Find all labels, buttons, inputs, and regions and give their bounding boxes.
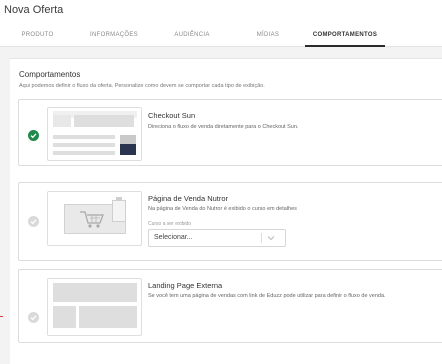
- tab-audiencia[interactable]: AUDIÊNCIA: [162, 30, 222, 47]
- course-select-value: Selecionar...: [154, 234, 193, 241]
- radio-unselected-check-icon[interactable]: [28, 312, 39, 323]
- checkout-sun-thumbnail: [47, 107, 142, 161]
- option-card-checkout-sun[interactable]: Checkout Sun Direciona o fluxo de venda …: [18, 99, 442, 166]
- course-field-label: Curso a ser exibido: [148, 221, 192, 227]
- radio-unselected-check-icon[interactable]: [28, 216, 39, 227]
- option-description: Se você tem uma página de vendas com lin…: [148, 293, 386, 299]
- page-title: Nova Oferta: [4, 4, 64, 16]
- radio-selected-check-icon[interactable]: [28, 130, 39, 141]
- section-description: Aqui podemos definir o fluxo da oferta. …: [19, 83, 265, 89]
- option-card-pagina-venda-nutror[interactable]: Página de Venda Nutror Na página de Vend…: [18, 182, 442, 261]
- behaviors-panel: Comportamentos Aqui podemos definir o fl…: [10, 58, 442, 364]
- tab-bar: PRODUTO INFORMAÇÕES AUDIÊNCIA MÍDIAS COM…: [0, 30, 442, 47]
- nutror-thumbnail: [47, 191, 142, 246]
- option-title: Página de Venda Nutror: [148, 194, 229, 203]
- tab-produto[interactable]: PRODUTO: [6, 30, 69, 47]
- landing-page-thumbnail: [47, 278, 142, 336]
- option-title: Checkout Sun: [148, 111, 196, 120]
- tab-informacoes[interactable]: INFORMAÇÕES: [83, 30, 145, 47]
- option-card-landing-page-externa[interactable]: Landing Page Externa Se você tem uma pág…: [18, 269, 442, 343]
- chevron-down-icon[interactable]: [267, 234, 275, 242]
- course-select[interactable]: Selecionar...: [148, 229, 286, 247]
- option-title: Landing Page Externa: [148, 281, 223, 290]
- page-header: Nova Oferta PRODUTO INFORMAÇÕES AUDIÊNCI…: [0, 0, 442, 47]
- select-separator: [261, 233, 262, 243]
- tab-comportamentos[interactable]: COMPORTAMENTOS: [305, 30, 385, 47]
- option-description: Na página de Venda do Nutror é exibido o…: [148, 206, 297, 212]
- tab-midias[interactable]: MÍDIAS: [236, 30, 300, 47]
- edge-marker: [0, 316, 3, 317]
- option-description: Direciona o fluxo de venda diretamente p…: [148, 124, 299, 130]
- cart-icon: [80, 211, 104, 228]
- section-title: Comportamentos: [19, 70, 81, 79]
